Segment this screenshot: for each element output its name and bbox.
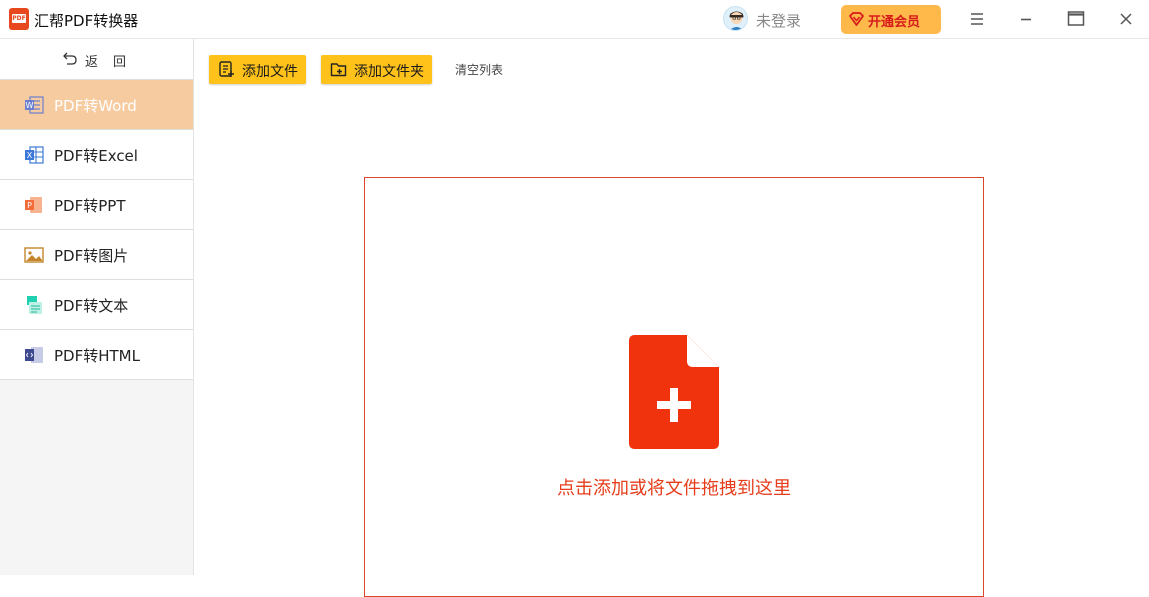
- app-title: 汇帮PDF转换器: [34, 12, 139, 30]
- sidebar: 返回 W PDF转Word X PDF转Excel P PDF转PPT PDF转…: [0, 39, 194, 575]
- vip-label: 开通会员: [868, 15, 921, 30]
- image-icon: [24, 247, 44, 263]
- drop-hint-text: 点击添加或将文件拖拽到这里: [557, 478, 791, 499]
- back-button[interactable]: 返回: [0, 39, 193, 79]
- minimize-button[interactable]: [1014, 7, 1038, 31]
- sidebar-item-label: PDF转HTML: [54, 347, 140, 365]
- vip-button[interactable]: 开通会员: [841, 5, 941, 34]
- ppt-icon: P: [25, 197, 42, 213]
- clear-list-button[interactable]: 清空列表: [455, 61, 503, 78]
- sidebar-item-label: PDF转Excel: [54, 147, 138, 165]
- back-arrow-icon: [63, 52, 77, 65]
- svg-text:X: X: [27, 151, 33, 160]
- minimize-icon: [1021, 18, 1031, 21]
- file-drop-zone[interactable]: 点击添加或将文件拖拽到这里: [364, 177, 984, 597]
- close-icon: [1120, 13, 1132, 25]
- sidebar-item-pdf-to-ppt[interactable]: P PDF转PPT: [0, 179, 193, 229]
- excel-icon: X: [25, 146, 44, 164]
- avatar-icon: [729, 11, 744, 30]
- sidebar-item-pdf-to-image[interactable]: PDF转图片: [0, 229, 193, 279]
- login-status[interactable]: 未登录: [756, 10, 801, 31]
- app-logo-text: PDF: [12, 14, 26, 23]
- add-folder-button[interactable]: 添加文件夹: [321, 55, 432, 84]
- sidebar-item-pdf-to-html[interactable]: PDF转HTML: [0, 329, 193, 379]
- sidebar-divider: [0, 379, 193, 380]
- sidebar-item-pdf-to-word[interactable]: W PDF转Word: [0, 79, 193, 129]
- add-folder-label: 添加文件夹: [354, 64, 424, 80]
- maximize-icon: [1067, 11, 1085, 26]
- svg-text:W: W: [26, 101, 34, 110]
- add-file-large-icon: [629, 335, 719, 449]
- text-icon: [27, 296, 42, 314]
- sidebar-item-label: PDF转Word: [54, 97, 137, 115]
- menu-button[interactable]: [965, 7, 989, 31]
- sidebar-item-pdf-to-excel[interactable]: X PDF转Excel: [0, 129, 193, 179]
- maximize-button[interactable]: [1064, 7, 1088, 31]
- word-icon: W: [25, 96, 44, 114]
- sidebar-item-label: PDF转图片: [54, 247, 129, 265]
- app-logo-icon: PDF: [9, 8, 29, 30]
- close-button[interactable]: [1114, 7, 1138, 31]
- add-file-icon: [219, 61, 234, 77]
- svg-text:P: P: [27, 201, 32, 210]
- add-folder-icon: [330, 63, 347, 77]
- add-file-button[interactable]: 添加文件: [209, 55, 306, 84]
- user-avatar[interactable]: [723, 6, 748, 31]
- sidebar-item-label: PDF转文本: [54, 297, 129, 315]
- html-icon: [25, 347, 43, 363]
- back-label: 返回: [85, 55, 142, 70]
- add-file-label: 添加文件: [242, 64, 298, 80]
- title-bar: PDF 汇帮PDF转换器 未登录 开通会员: [0, 0, 1149, 39]
- diamond-heart-icon: [849, 12, 864, 26]
- sidebar-item-label: PDF转PPT: [54, 197, 126, 215]
- sidebar-item-pdf-to-text[interactable]: PDF转文本: [0, 279, 193, 329]
- hamburger-icon: [971, 13, 983, 25]
